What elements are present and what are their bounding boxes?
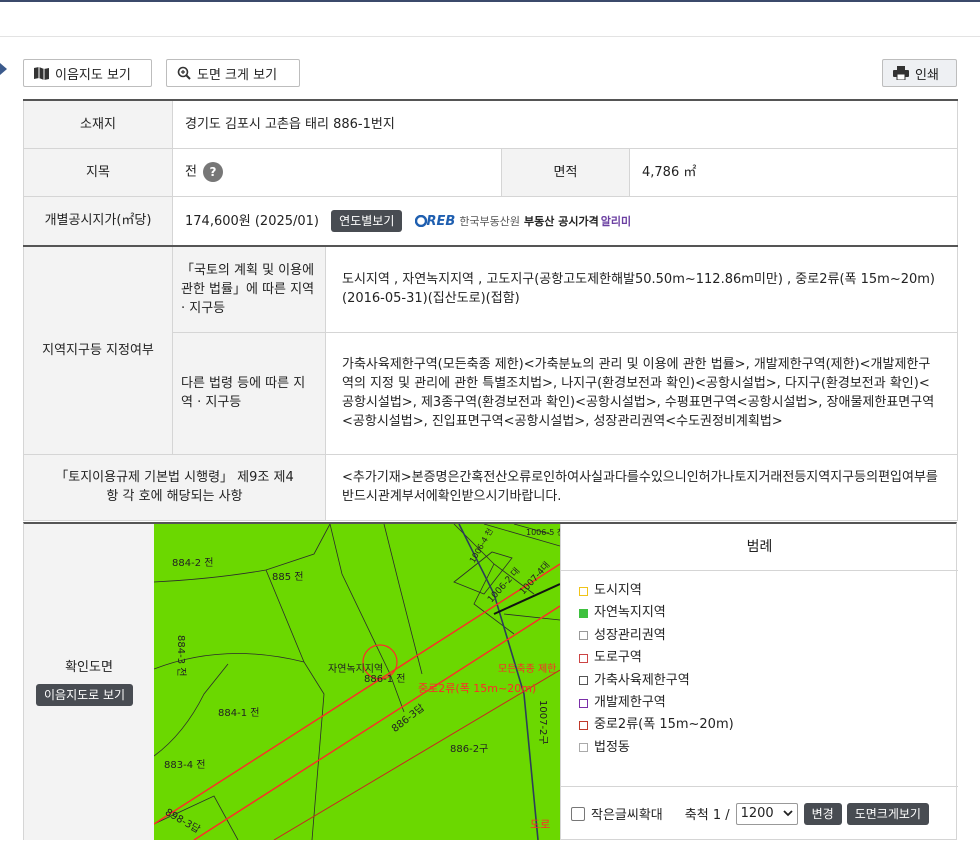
legend-item-label: 도로구역 (594, 650, 642, 666)
reb-brand: 알리미 (600, 214, 632, 228)
price-value: 174,600원 (2025/01) (185, 213, 320, 229)
map-parcel-label: 884-1 전 (218, 707, 259, 719)
scale-value: 1200 (740, 806, 774, 821)
map-icon (34, 66, 49, 80)
reb-logo-icon (414, 215, 427, 228)
legend-swatch-icon (579, 653, 588, 663)
zoning-label: 지역지구등 지정여부 (23, 245, 173, 455)
legend-item: 자연녹지지역 (579, 602, 734, 624)
legend-item: 개발제한구역 (579, 692, 734, 714)
top-bar (0, 0, 980, 37)
legend-item-label: 법정동 (594, 739, 630, 755)
map-zone-label: 자연녹지지역 (328, 663, 383, 675)
regulation-label: 「토지이용규제 기본법 시행령」 제9조 제4항 각 호에 해당되는 사항 (23, 453, 326, 521)
price-cell: 174,600원 (2025/01) 연도별보기 REB 한국부동산원 부동산 … (171, 195, 959, 247)
map-parcel-label: 884-3 전 (175, 635, 187, 676)
legend-item: 성장관리권역 (579, 625, 734, 647)
legend-item-label: 개발제한구역 (594, 694, 666, 710)
printer-icon (893, 66, 909, 80)
location-label: 소재지 (23, 99, 173, 149)
land-use-map-label: 이음지도 보기 (55, 67, 131, 83)
help-icon[interactable]: ? (202, 162, 223, 182)
category-value: 전 (185, 164, 197, 180)
reb-link[interactable]: REB 한국부동산원 부동산 공시가격 알리미 (414, 212, 632, 231)
legend-item: 중로2류(폭 15m~20m) (579, 714, 734, 736)
category-cell: 전? (172, 147, 502, 197)
map-parcel-label: 884-2 전 (172, 557, 213, 569)
legend-swatch-icon (579, 631, 588, 641)
map-parcel-label: 1006-5 천 (526, 527, 560, 537)
change-scale-button[interactable]: 변경 (803, 802, 842, 825)
legend-item-label: 성장관리권역 (594, 627, 666, 643)
legend-swatch-icon (579, 698, 588, 708)
reb-org: 한국부동산원 (459, 214, 521, 228)
yearly-view-button[interactable]: 연도별보기 (331, 209, 403, 232)
map-parcel-label: 885 전 (272, 571, 303, 583)
enlarge-drawing-button[interactable]: 도면크게보기 (846, 802, 929, 825)
map-parcel-label: 1007-2구 (537, 700, 548, 745)
category-label: 지목 (23, 147, 173, 197)
legend-item: 도로구역 (579, 647, 734, 669)
legend-title: 범례 (561, 524, 958, 571)
map-label: 확인도면 (65, 660, 113, 675)
legend-swatch-icon (579, 721, 588, 731)
map-road-label: 중로2류(폭 15m~20m) (418, 682, 536, 695)
national-law-value: 도시지역 , 자연녹지지역 , 고도지구(공항고도제한해발50.50m~112.… (324, 245, 959, 333)
area-label: 면적 (501, 147, 630, 197)
scale-select[interactable]: 1200 (735, 802, 798, 825)
legend-panel: 범례 도시지역자연녹지지역성장관리권역도로구역가축사육제한구역개발제한구역중로2… (560, 524, 958, 840)
chevron-down-icon (782, 810, 793, 817)
legend-item-label: 중로2류(폭 15m~20m) (594, 717, 734, 733)
legend-item-label: 도시지역 (594, 583, 642, 598)
reb-logo-text: REB (426, 213, 456, 229)
legend-swatch-icon (579, 676, 588, 686)
legend-item: 도시지역 (579, 580, 734, 602)
enlarge-map-button[interactable]: 도면 크게 보기 (166, 59, 300, 87)
section-marker-icon (0, 63, 7, 75)
other-law-value: 가축사육제한구역(모든축종 제한)<가축분뇨의 관리 및 이용에 관한 법률>,… (324, 331, 959, 455)
location-value: 경기도 김포시 고촌읍 태리 886-1번지 (171, 99, 959, 149)
legend-item: 법정동 (579, 737, 734, 759)
confirmation-map-panel: 확인도면 이음지도로 보기 884-2 전 885 전 884-3 전 884-… (23, 522, 958, 840)
legend-item: 가축사육제한구역 (579, 670, 734, 692)
regulation-value: <추가기재>본증명은간혹전산오류로인하여사실과다를수있으니인허가나토지거래전등지… (324, 453, 959, 521)
price-label: 개별공시지가(㎡당) (23, 195, 173, 247)
small-text-checkbox[interactable] (571, 806, 585, 821)
open-land-use-map-button[interactable]: 이음지도로 보기 (36, 684, 134, 706)
small-text-label: 작은글씨확대 (591, 808, 663, 823)
national-law-label: 「국토의 계획 및 이용에 관한 법률」에 따른 지역 · 지구등 (172, 245, 326, 333)
enlarge-map-label: 도면 크게 보기 (197, 67, 278, 83)
cadastral-map[interactable]: 884-2 전 885 전 884-3 전 884-1 전 883-4 전 89… (154, 524, 560, 840)
map-road-area-label: 도로 (530, 818, 550, 831)
land-use-map-button[interactable]: 이음지도 보기 (23, 59, 152, 87)
legend-swatch-icon (579, 609, 588, 619)
legend-item-label: 가축사육제한구역 (594, 672, 690, 688)
land-info-table: 소재지 경기도 김포시 고촌읍 태리 886-1번지 지목 전? 면적 4,78… (23, 99, 959, 521)
reb-service: 부동산 공시가격 (524, 214, 599, 228)
legend-item-label: 자연녹지지역 (594, 605, 666, 621)
print-label: 인쇄 (915, 67, 939, 83)
zoom-in-icon (177, 66, 191, 80)
cadastral-map-drawing: 884-2 전 885 전 884-3 전 884-1 전 883-4 전 89… (154, 524, 560, 840)
legend-swatch-icon (579, 586, 588, 596)
legend-swatch-icon (579, 743, 588, 753)
map-label-cell: 확인도면 이음지도로 보기 (24, 524, 155, 840)
map-parcel-label: 883-4 전 (164, 759, 205, 771)
legend-list: 도시지역자연녹지지역성장관리권역도로구역가축사육제한구역개발제한구역중로2류(폭… (579, 580, 734, 759)
scale-label: 축척 1 / (684, 808, 730, 823)
map-restriction-label: 모든축종 제한 (498, 663, 556, 675)
map-controls: 작은글씨확대 축척 1 / 1200 변경 도면크게보기 (561, 786, 958, 840)
other-law-label: 다른 법령 등에 따른 지역 · 지구등 (172, 331, 326, 455)
map-parcel-label: 886-2구 (450, 744, 488, 755)
print-button[interactable]: 인쇄 (882, 59, 957, 87)
area-value: 4,786 ㎡ (628, 147, 959, 197)
